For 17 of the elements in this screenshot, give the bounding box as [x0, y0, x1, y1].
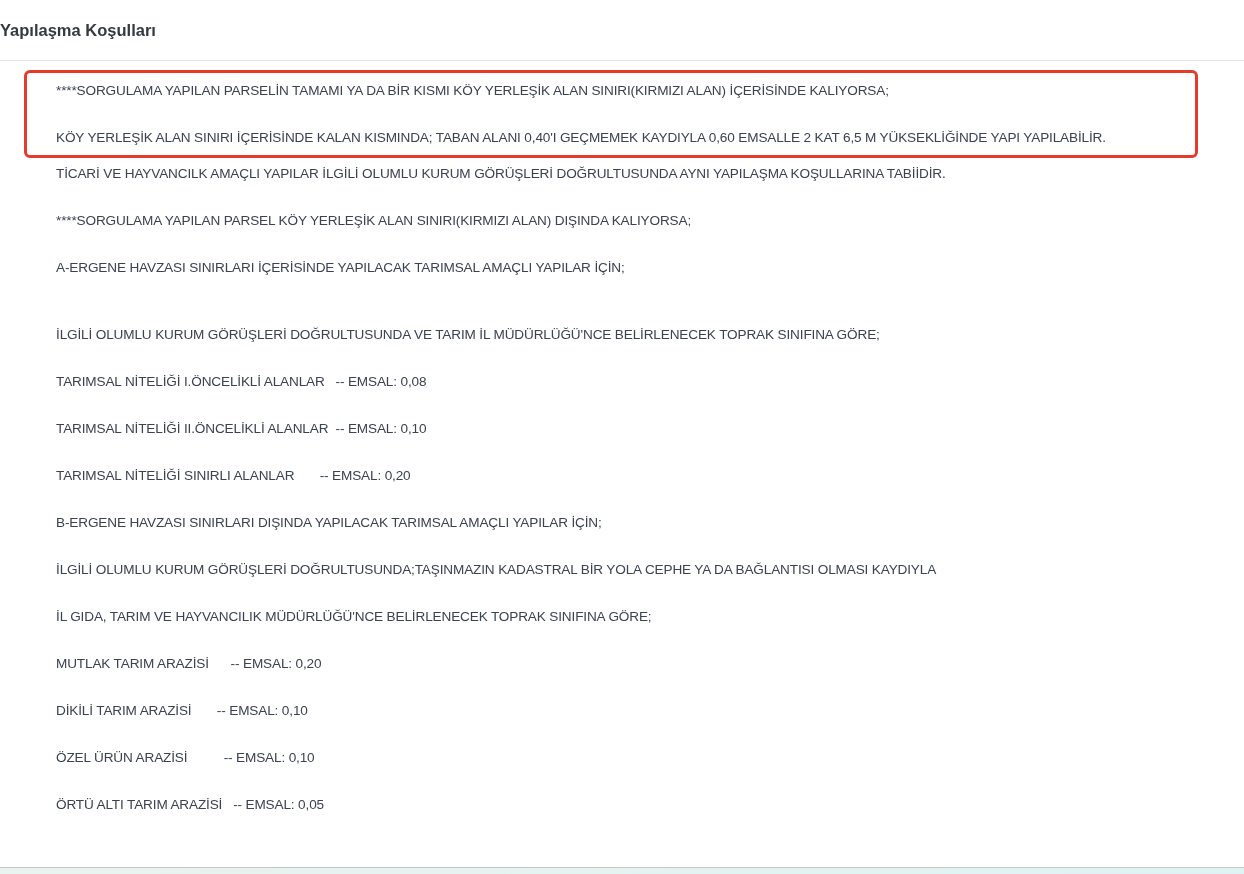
condition-text: ÖRTÜ ALTI TARIM ARAZİSİ -- EMSAL: 0,05: [56, 796, 325, 814]
condition-text: TARIMSAL NİTELİĞİ SINIRLI ALANLAR -- EMSAL: 0,20: [56, 467, 412, 485]
condition-text: İLGİLİ OLUMLU KURUM GÖRÜŞLERİ DOĞRULTUSUNDA VE TARIM İL MÜDÜRLÜĞÜ'NCE BELİRLENECEK TOPRAK SINIFINA GÖRE;: [56, 326, 881, 344]
condition-text: DİKİLİ TARIM ARAZİSİ -- EMSAL: 0,10: [56, 702, 309, 720]
condition-text: ****SORGULAMA YAPILAN PARSELİN TAMAMI YA DA BİR KISMI KÖY YERLEŞİK ALAN SINIRI(KIRMIZI ALAN) İÇERİSİNDE KALIYORSA;: [56, 82, 890, 100]
condition-text: TARIMSAL NİTELİĞİ II.ÖNCELİKLİ ALANLAR -- EMSAL: 0,10: [56, 420, 428, 438]
condition-text: KÖY YERLEŞİK ALAN SINIRI İÇERİSİNDE KALAN KISMINDA; TABAN ALANI 0,40'I GEÇMEMEK KAYDIYLA 0,60 EMSALLE 2 KAT 6,5 M YÜKSEKLİĞİNDE YAPI YAPILABİLİR.: [56, 129, 1107, 147]
condition-text: A-ERGENE HAVZASI SINIRLARI İÇERİSİNDE YAPILACAK TARIMSAL AMAÇLI YAPILAR İÇİN;: [56, 259, 626, 277]
condition-text: B-ERGENE HAVZASI SINIRLARI DIŞINDA YAPILACAK TARIMSAL AMAÇLI YAPILAR İÇİN;: [56, 514, 603, 532]
condition-text: ÖZEL ÜRÜN ARAZİSİ -- EMSAL: 0,10: [56, 749, 316, 767]
condition-text: İL GIDA, TARIM VE HAYVANCILIK MÜDÜRLÜĞÜ'NCE BELİRLENECEK TOPRAK SINIFINA GÖRE;: [56, 608, 653, 626]
condition-text: TİCARİ VE HAYVANCILK AMAÇLI YAPILAR İLGİLİ OLUMLU KURUM GÖRÜŞLERİ DOĞRULTUSUNDA AYNI YAPILAŞMA KOŞULLARINA TABİİDİR.: [56, 165, 947, 183]
condition-text: İLGİLİ OLUMLU KURUM GÖRÜŞLERİ DOĞRULTUSUNDA;TAŞINMAZIN KADASTRAL BİR YOLA CEPHE YA DA BAĞLANTISI OLMASI KAYDIYLA: [56, 561, 938, 579]
section-title: Yapılaşma Koşulları: [0, 20, 156, 40]
condition-text: ****SORGULAMA YAPILAN PARSEL KÖY YERLEŞİK ALAN SINIRI(KIRMIZI ALAN) DIŞINDA KALIYORSA;: [56, 212, 693, 230]
condition-text: MUTLAK TARIM ARAZİSİ -- EMSAL: 0,20: [56, 655, 323, 673]
condition-text: TARIMSAL NİTELİĞİ I.ÖNCELİKLİ ALANLAR -- EMSAL: 0,08: [56, 373, 428, 391]
